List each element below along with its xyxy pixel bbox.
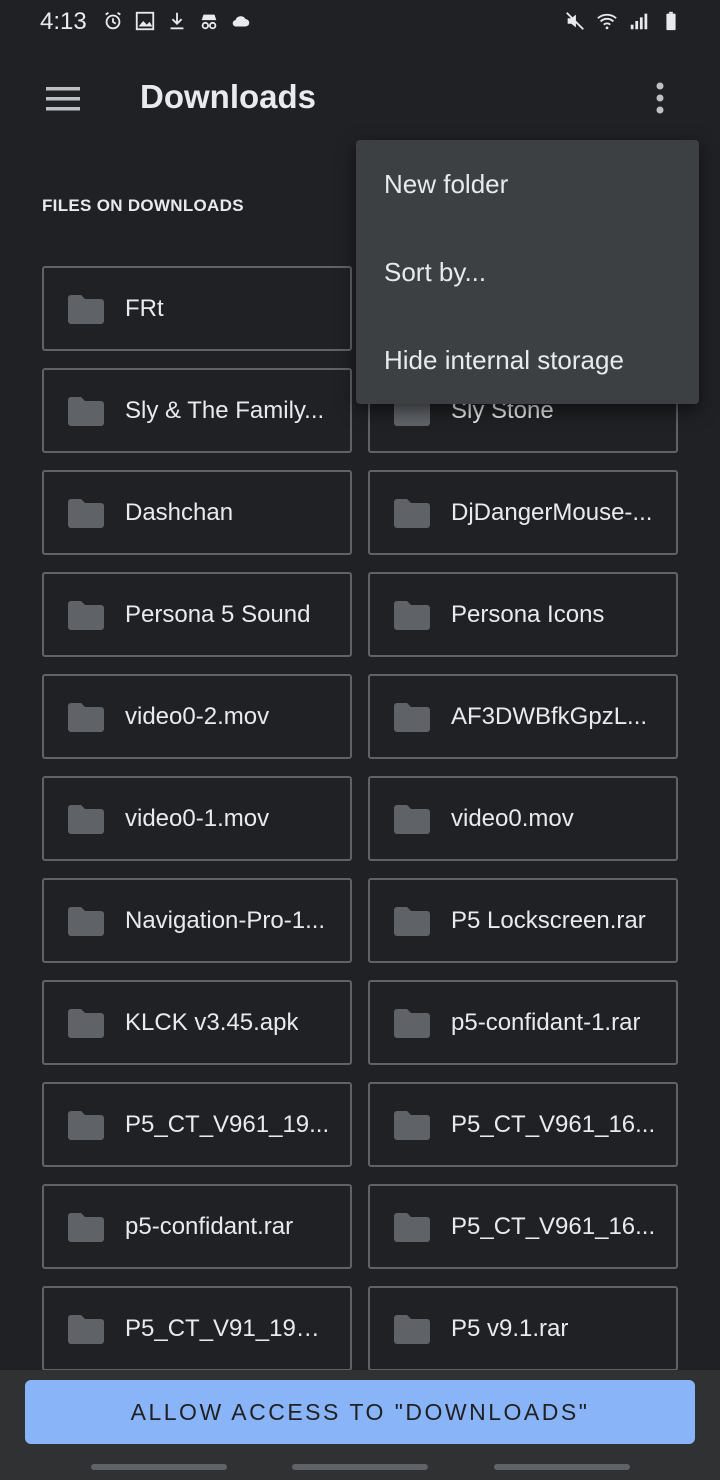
folder-icon [67, 498, 105, 528]
app-bar: Downloads [0, 56, 720, 142]
folder-icon [67, 294, 105, 324]
menu-item-sort-by[interactable]: Sort by... [356, 228, 699, 316]
more-vert-icon[interactable] [642, 76, 678, 122]
folder-icon [67, 1008, 105, 1038]
battery-icon [666, 11, 676, 31]
allow-access-button[interactable]: ALLOW ACCESS TO "DOWNLOADS" [25, 1380, 695, 1444]
folder-name: P5_CT_V961_19... [125, 1110, 330, 1138]
folder-name: P5_CT_V91_199.... [125, 1314, 330, 1342]
folder-name: video0-1.mov [125, 804, 270, 832]
folder-icon [67, 702, 105, 732]
folder-tile[interactable]: Persona 5 Sound [42, 572, 352, 657]
folder-tile[interactable]: P5 Lockscreen.rar [368, 878, 678, 963]
nav-back-pill[interactable] [494, 1464, 630, 1470]
folder-icon [67, 1110, 105, 1140]
signal-icon [630, 13, 648, 30]
folder-name: P5 v9.1.rar [451, 1314, 569, 1342]
folder-tile[interactable]: Sly & The Family... [42, 368, 352, 453]
folder-tile[interactable]: video0.mov [368, 776, 678, 861]
folder-tile[interactable]: P5 v9.1.rar [368, 1286, 678, 1371]
folder-name: P5_CT_V961_16... [451, 1110, 656, 1138]
folder-tile[interactable]: Dashchan [42, 470, 352, 555]
hamburger-menu-icon[interactable] [40, 78, 86, 120]
file-grid: FRt Sly & The Family... Sly Stone Dashchan D… [42, 266, 678, 1371]
folder-name: Dashchan [125, 498, 234, 526]
folder-name: p5-confidant-1.rar [451, 1008, 641, 1036]
page-title: Downloads [140, 78, 317, 115]
folder-icon [393, 1314, 431, 1344]
folder-tile[interactable]: video0-2.mov [42, 674, 352, 759]
folder-tile[interactable]: p5-confidant-1.rar [368, 980, 678, 1065]
alarm-icon [105, 11, 121, 30]
folder-tile[interactable]: DjDangerMouse-... [368, 470, 678, 555]
folder-name: video0.mov [451, 804, 574, 832]
folder-name: Sly & The Family... [125, 396, 325, 424]
folder-icon [393, 702, 431, 732]
folder-icon [67, 1314, 105, 1344]
cloud-icon [232, 16, 250, 27]
bottom-bar: ALLOW ACCESS TO "DOWNLOADS" [0, 1370, 720, 1480]
folder-icon [393, 498, 431, 528]
wifi-icon [597, 13, 617, 30]
nav-home-pill[interactable] [292, 1464, 428, 1470]
folder-name: Persona Icons [451, 600, 605, 628]
folder-icon [67, 906, 105, 936]
folder-tile[interactable]: FRt [42, 266, 352, 351]
folder-icon [393, 1008, 431, 1038]
status-time: 4:13 [40, 8, 87, 35]
folder-tile[interactable]: Navigation-Pro-1... [42, 878, 352, 963]
folder-name: AF3DWBfkGpzL... [451, 702, 648, 730]
menu-item-hide-internal-storage[interactable]: Hide internal storage [356, 316, 699, 404]
folder-name: Navigation-Pro-1... [125, 906, 326, 934]
folder-name: Persona 5 Sound [125, 600, 311, 628]
nav-recents-pill[interactable] [91, 1464, 227, 1470]
folder-icon [393, 804, 431, 834]
folder-icon [67, 396, 105, 426]
mute-icon [566, 12, 584, 30]
overflow-menu: New folder Sort by... Hide internal stor… [356, 140, 699, 404]
folder-name: DjDangerMouse-... [451, 498, 653, 526]
folder-name: p5-confidant.rar [125, 1212, 294, 1240]
folder-tile[interactable]: P5_CT_V91_199.... [42, 1286, 352, 1371]
folder-icon [393, 1110, 431, 1140]
folder-icon [393, 1212, 431, 1242]
folder-name: P5_CT_V961_16... [451, 1212, 656, 1240]
image-icon [135, 11, 155, 31]
menu-item-new-folder[interactable]: New folder [356, 140, 699, 228]
folder-name: KLCK v3.45.apk [125, 1008, 299, 1036]
status-bar: 4:13 [0, 0, 720, 44]
folder-name: FRt [125, 294, 164, 322]
folder-name: video0-2.mov [125, 702, 270, 730]
folder-icon [67, 1212, 105, 1242]
folder-tile[interactable]: P5_CT_V961_19... [42, 1082, 352, 1167]
folder-tile[interactable]: AF3DWBfkGpzL... [368, 674, 678, 759]
download-icon [170, 12, 184, 30]
folder-tile[interactable]: video0-1.mov [42, 776, 352, 861]
folder-tile[interactable]: p5-confidant.rar [42, 1184, 352, 1269]
folder-tile[interactable]: KLCK v3.45.apk [42, 980, 352, 1065]
folder-icon [67, 804, 105, 834]
folder-icon [393, 600, 431, 630]
folder-tile[interactable]: Persona Icons [368, 572, 678, 657]
folder-name: P5 Lockscreen.rar [451, 906, 646, 934]
incognito-icon [201, 14, 217, 30]
folder-tile[interactable]: P5_CT_V961_16... [368, 1082, 678, 1167]
folder-icon [393, 906, 431, 936]
folder-tile[interactable]: P5_CT_V961_16... [368, 1184, 678, 1269]
section-label: FILES ON DOWNLOADS [42, 196, 244, 215]
folder-icon [67, 600, 105, 630]
